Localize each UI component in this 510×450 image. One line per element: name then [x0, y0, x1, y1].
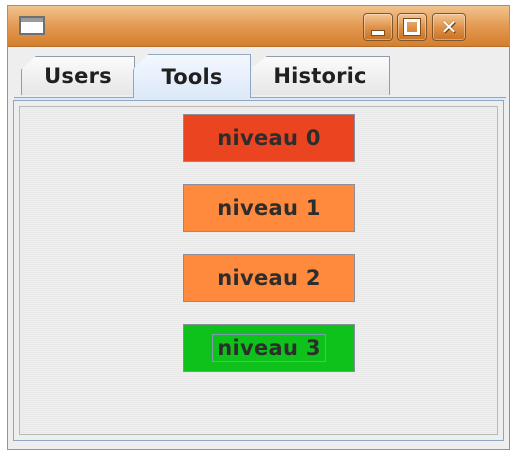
close-icon: ✕: [440, 15, 458, 39]
tools-tab-panel: niveau 0 niveau 1 niveau 2 niveau 3: [13, 100, 504, 441]
application-window: ✕ Users Tools Historic niveau 0 niveau 1…: [7, 5, 510, 450]
window-icon: [19, 16, 45, 35]
tools-content-area: niveau 0 niveau 1 niveau 2 niveau 3: [19, 106, 498, 435]
tab-tools-label: Tools: [161, 64, 223, 89]
niveau-0-button[interactable]: niveau 0: [183, 114, 355, 162]
title-bar[interactable]: ✕: [8, 6, 509, 47]
tab-tools[interactable]: Tools: [133, 54, 251, 98]
niveau-1-button[interactable]: niveau 1: [183, 184, 355, 232]
tab-historic-label: Historic: [273, 64, 367, 88]
tab-strip: Users Tools Historic: [8, 47, 509, 98]
tab-users[interactable]: Users: [21, 56, 135, 95]
minimize-icon: [371, 30, 385, 36]
minimize-button[interactable]: [363, 13, 393, 41]
niveau-3-label: niveau 3: [212, 333, 326, 363]
niveau-2-button[interactable]: niveau 2: [183, 254, 355, 302]
niveau-0-label: niveau 0: [217, 126, 321, 150]
niveau-3-button[interactable]: niveau 3: [183, 324, 355, 372]
maximize-icon: [403, 18, 421, 36]
tab-historic[interactable]: Historic: [250, 56, 390, 95]
tab-users-label: Users: [44, 64, 112, 88]
maximize-button[interactable]: [397, 13, 427, 41]
close-button[interactable]: ✕: [432, 13, 466, 41]
niveau-1-label: niveau 1: [217, 196, 321, 220]
niveau-2-label: niveau 2: [217, 266, 321, 290]
